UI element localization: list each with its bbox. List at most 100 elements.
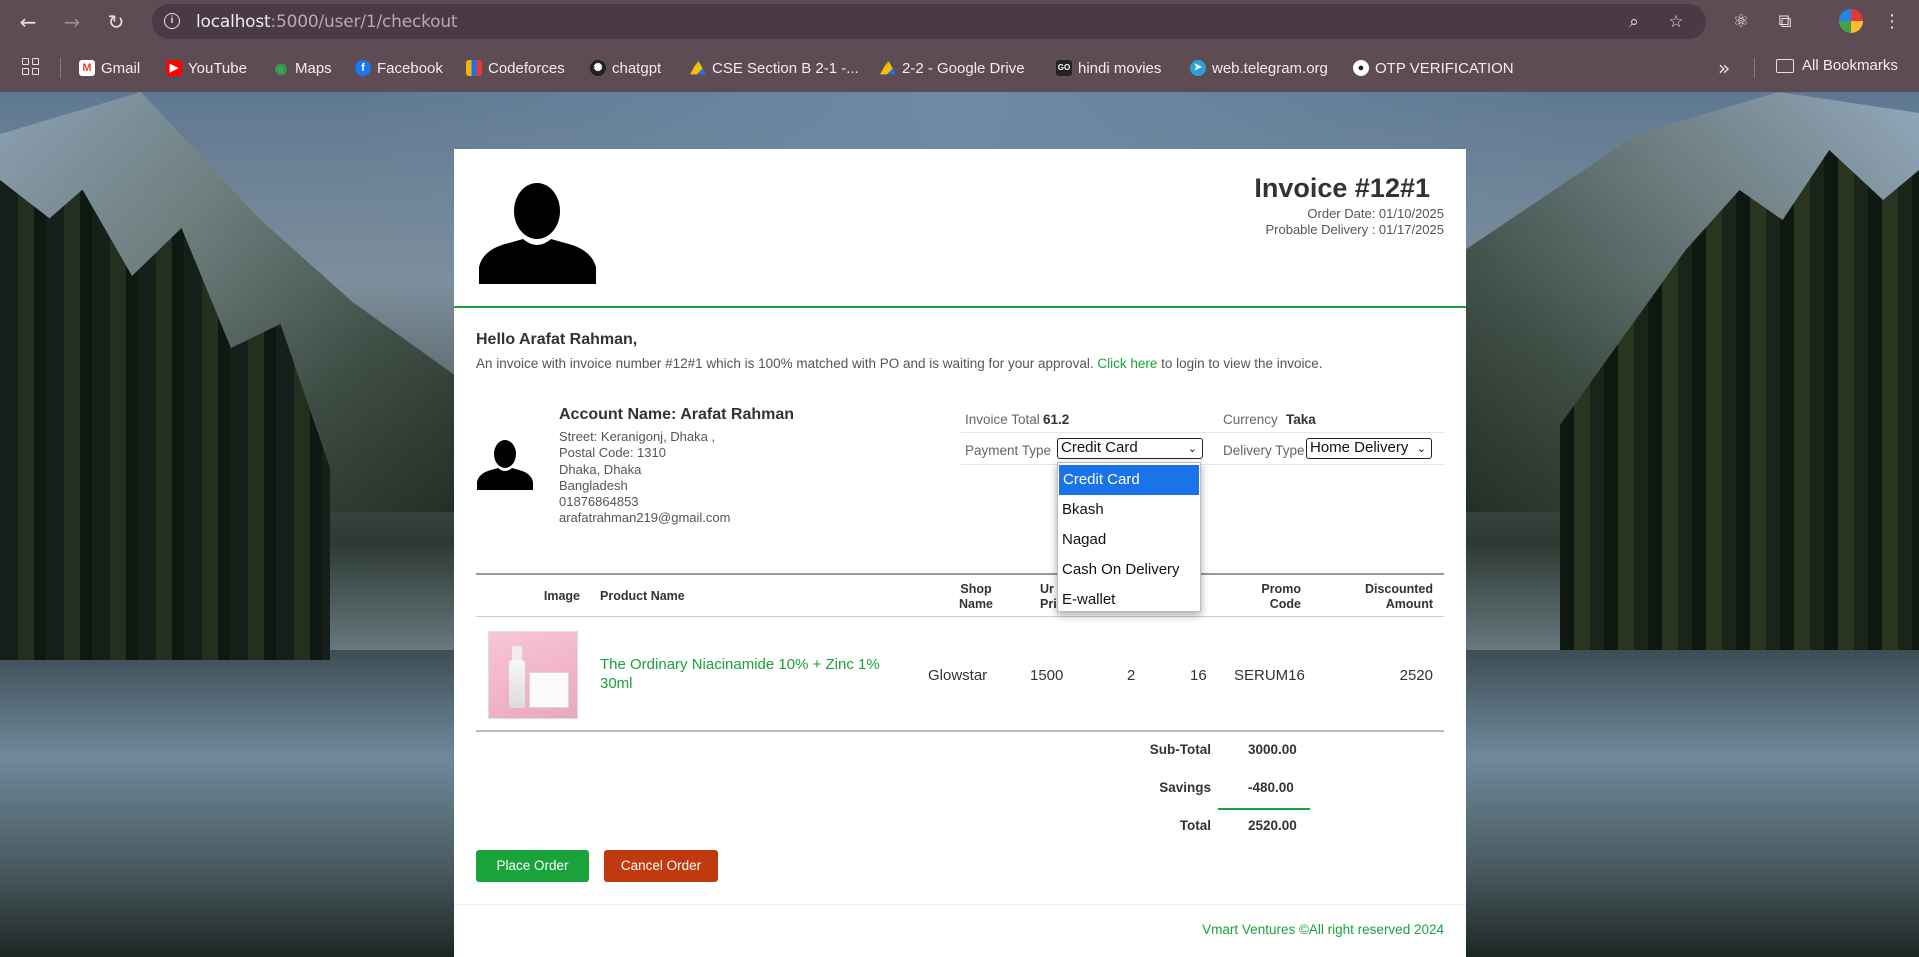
bookmark-label: OTP VERIFICATION [1375, 59, 1514, 77]
place-order-button[interactable]: Place Order [476, 850, 589, 882]
bookmark-label: Facebook [377, 59, 443, 77]
google-drive-icon [690, 60, 706, 75]
payment-option-e-wallet[interactable]: E-wallet [1058, 585, 1200, 615]
delivery-type-select[interactable]: Home Delivery ⌄ [1306, 438, 1432, 459]
invoice-meta: Invoice Total 61.2 Currency Taka Payment… [961, 402, 1445, 465]
forward-arrow-icon[interactable]: → [58, 8, 86, 36]
site-info-icon[interactable]: i [164, 13, 180, 29]
discount-percent: 16 [1190, 667, 1207, 684]
bookmark-maps[interactable]: ◉ Maps [273, 57, 332, 79]
bookmark-google-drive[interactable]: 2-2 - Google Drive [880, 57, 1025, 79]
meta-row-total: Invoice Total 61.2 Currency Taka [961, 402, 1445, 433]
bookmark-star-icon[interactable]: ☆ [1666, 12, 1686, 32]
header-shop-line2: Name [958, 597, 994, 611]
extension-atom-icon[interactable]: ⚛ [1729, 10, 1753, 34]
profile-avatar[interactable] [1839, 9, 1863, 33]
chevron-down-icon: ⌄ [1187, 442, 1197, 455]
total-label: Total [1179, 818, 1211, 833]
savings-label: Savings [1159, 780, 1211, 795]
discounted-amount: 2520 [1399, 667, 1433, 684]
bookmark-telegram[interactable]: ➤ web.telegram.org [1190, 57, 1328, 79]
bookmark-gmail[interactable]: M Gmail [79, 57, 140, 79]
total-row: Total 2520.00 [476, 809, 1444, 847]
account-phone: 01876864853 [559, 494, 639, 510]
maps-icon: ◉ [274, 60, 288, 76]
footer-divider [454, 904, 1466, 905]
address-city: Dhaka, Dhaka [559, 461, 642, 477]
folder-icon [1776, 58, 1794, 73]
bookmark-label: web.telegram.org [1212, 59, 1328, 77]
header-product-name: Product Name [600, 589, 685, 603]
bookmark-otp-verification[interactable]: ● OTP VERIFICATION [1353, 57, 1514, 79]
savings-value: -480.00 [1248, 780, 1294, 795]
address-postal: Postal Code: 1310 [559, 445, 666, 461]
payment-option-nagad[interactable]: Nagad [1058, 525, 1200, 555]
github-icon: ● [1353, 60, 1369, 76]
bookmark-chatgpt[interactable]: ✺ chatgpt [590, 57, 661, 79]
promo-code: SERUM16 [1234, 667, 1305, 684]
reload-icon[interactable]: ↻ [102, 8, 130, 36]
bookmark-label: Gmail [101, 59, 141, 77]
address-country: Bangladesh [559, 477, 628, 493]
bookmark-label: Maps [295, 59, 332, 77]
header-discounted-line1: Discounted [1364, 582, 1433, 596]
header-discounted-line2: Amount [1385, 597, 1433, 611]
account-name: Account Name: Arafat Rahman [559, 406, 795, 423]
more-bookmarks-icon[interactable]: » [1718, 56, 1730, 80]
all-bookmarks-button[interactable]: All Bookmarks [1776, 57, 1898, 74]
cancel-order-button[interactable]: Cancel Order [604, 850, 718, 882]
subtotal-label: Sub-Total [1149, 742, 1211, 757]
probable-delivery: Probable Delivery : 01/17/2025 [1265, 222, 1444, 237]
account-email: arafatrahman219@gmail.com [559, 510, 731, 526]
table-row: The Ordinary Niacinamide 10% + Zinc 1% 3… [476, 617, 1444, 732]
menu-kebab-icon[interactable]: ⋮ [1880, 10, 1904, 34]
total-value: 2520.00 [1248, 818, 1297, 833]
zoom-icon[interactable]: ⌕ [1624, 12, 1644, 32]
back-arrow-icon[interactable]: ← [14, 8, 42, 36]
extensions-puzzle-icon[interactable]: ⧉ [1773, 10, 1797, 34]
url-text[interactable]: localhost:5000/user/1/checkout [196, 12, 458, 32]
user-silhouette-icon [479, 183, 596, 284]
bookmark-label: 2-2 - Google Drive [902, 59, 1025, 77]
invoice-dates: Order Date: 01/10/2025 Probable Delivery… [1265, 206, 1444, 238]
login-link[interactable]: Click here [1097, 356, 1157, 371]
payment-option-cash-on-delivery[interactable]: Cash On Delivery [1058, 555, 1200, 585]
bookmark-hindi-movies[interactable]: GO hindi movies [1056, 57, 1161, 79]
bookmarks-separator [1754, 58, 1755, 78]
bookmark-label: chatgpt [612, 59, 662, 77]
bookmark-cse-section[interactable]: CSE Section B 2-1 -... [690, 57, 859, 79]
invoice-header: Invoice #12#1 Order Date: 01/10/2025 Pro… [454, 149, 1466, 308]
payment-option-credit-card[interactable]: Credit Card [1059, 465, 1199, 495]
bookmark-label: hindi movies [1078, 59, 1162, 77]
invoice-total-label: Invoice Total [965, 412, 1040, 427]
subtotal-row: Sub-Total 3000.00 [476, 733, 1444, 771]
header-discounted-amount: Discounted Amount [1365, 582, 1433, 612]
address-bar[interactable]: i localhost:5000/user/1/checkout ⌕ ☆ [152, 4, 1706, 39]
youtube-icon: ▶ [166, 60, 182, 76]
bookmark-label: YouTube [188, 59, 247, 77]
bookmark-youtube[interactable]: ▶ YouTube [166, 57, 247, 79]
payment-type-select[interactable]: Credit Card ⌄ [1057, 438, 1203, 459]
bookmark-label: Codeforces [488, 59, 565, 77]
header-shop-line1: Shop [960, 582, 992, 596]
header-promo-line2: Code [1269, 597, 1301, 611]
bookmarks-bar: M Gmail ▶ YouTube ◉ Maps f Facebook Codeforc… [0, 50, 1919, 86]
account-address: Street: Keranigonj, Dhaka , Postal Code:… [559, 429, 730, 527]
payment-option-bkash[interactable]: Bkash [1058, 495, 1200, 525]
bookmark-codeforces[interactable]: Codeforces [466, 57, 565, 79]
product-name-link[interactable]: The Ordinary Niacinamide 10% + Zinc 1% 3… [600, 655, 890, 693]
quantity: 2 [1127, 667, 1136, 684]
bookmark-label: CSE Section B 2-1 -... [712, 59, 859, 77]
bookmark-facebook[interactable]: f Facebook [355, 57, 443, 79]
address-street: Street: Keranigonj, Dhaka , [559, 429, 716, 444]
apps-grid-icon[interactable] [22, 58, 40, 76]
product-image[interactable] [488, 631, 578, 719]
table-header: Image Product Name ShopName UrPric nt Pr… [476, 573, 1444, 617]
header-promo-line1: Promo [1261, 582, 1301, 596]
url-host: localhost [196, 12, 271, 32]
greeting: Hello Arafat Rahman, [476, 331, 638, 348]
all-bookmarks-label: All Bookmarks [1802, 57, 1898, 74]
google-drive-icon [880, 60, 896, 75]
currency-value: Taka [1286, 412, 1316, 427]
invoice-total-value: 61.2 [1043, 412, 1070, 427]
